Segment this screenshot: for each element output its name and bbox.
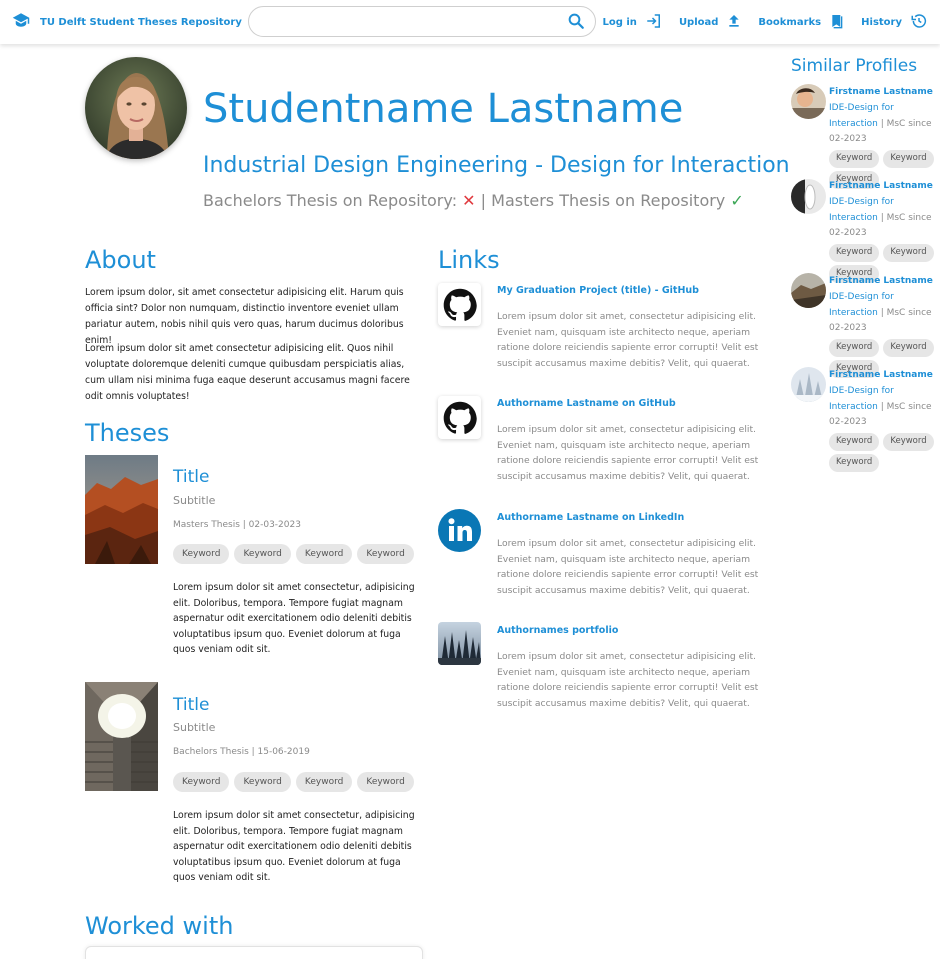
- keyword-chip[interactable]: Keyword: [234, 544, 291, 564]
- thesis-description: Lorem ipsum dolor sit amet consectetur, …: [173, 582, 415, 656]
- keyword-chip[interactable]: Keyword: [829, 453, 880, 472]
- search-icon[interactable]: [567, 12, 585, 34]
- keyword-chip[interactable]: Keyword: [357, 772, 414, 792]
- link-title[interactable]: Authornames portfolio: [497, 625, 618, 636]
- login-icon: [645, 12, 663, 33]
- similar-profile-avatar[interactable]: [791, 367, 826, 402]
- upload-label: Upload: [678, 17, 719, 28]
- similar-profile-avatar[interactable]: [791, 273, 826, 308]
- github-icon[interactable]: [438, 396, 481, 439]
- keyword-chip[interactable]: Keyword: [295, 544, 353, 564]
- worked-with-card[interactable]: [85, 946, 423, 959]
- bookmarks-label: Bookmarks: [758, 17, 822, 28]
- cross-icon: ✕: [462, 191, 476, 210]
- search-bar: [248, 6, 596, 37]
- link-title[interactable]: My Graduation Project (title) - GitHub: [497, 285, 699, 296]
- link-description: Lorem ipsum dolor sit amet, consectetur …: [497, 311, 759, 369]
- bookmarks-icon: [829, 12, 845, 33]
- about-paragraph: Lorem ipsum dolor sit amet consectetur a…: [85, 343, 410, 402]
- similar-profile-card: Firstname Lastname IDE-Design for Intera…: [829, 85, 937, 189]
- upload-button[interactable]: Upload: [679, 13, 742, 32]
- thesis-subtitle: Subtitle: [173, 721, 216, 734]
- login-label: Log in: [602, 17, 637, 28]
- about-paragraph: Lorem ipsum dolor, sit amet consectetur …: [85, 287, 404, 346]
- link-title[interactable]: Authorname Lastname on LinkedIn: [497, 512, 684, 523]
- profile-avatar: [85, 57, 187, 159]
- keyword-chip[interactable]: Keyword: [829, 433, 880, 451]
- similar-profile-avatar[interactable]: [791, 179, 826, 214]
- thesis-meta: Bachelors Thesis | 15-06-2019: [173, 747, 310, 757]
- search-input[interactable]: [263, 13, 563, 31]
- similar-profile-name[interactable]: Firstname Lastname: [829, 368, 937, 384]
- status-separator: |: [480, 191, 487, 210]
- keyword-chip[interactable]: Keyword: [883, 244, 934, 262]
- history-icon: [910, 12, 928, 33]
- thesis-description: Lorem ipsum dolor sit amet consectetur, …: [173, 810, 415, 884]
- header-nav: Log in Upload Bookmarks History: [603, 12, 929, 33]
- thesis-subtitle: Subtitle: [173, 494, 216, 507]
- thesis-title[interactable]: Title: [173, 467, 209, 487]
- brand-link[interactable]: TU Delft Student Theses Repository: [12, 12, 242, 32]
- link-description: Lorem ipsum dolor sit amet, consectetur …: [497, 424, 759, 482]
- keyword-chip[interactable]: Keyword: [357, 544, 414, 564]
- thesis-title[interactable]: Title: [173, 695, 209, 715]
- links-heading: Links: [438, 246, 500, 274]
- keyword-chip[interactable]: Keyword: [883, 339, 934, 357]
- keyword-chip[interactable]: Keyword: [234, 772, 291, 792]
- similar-profile-card: Firstname Lastname IDE-Design for Intera…: [829, 179, 937, 283]
- similar-profile-name[interactable]: Firstname Lastname: [829, 274, 937, 290]
- keyword-chip[interactable]: Keyword: [173, 544, 230, 564]
- link-title[interactable]: Authorname Lastname on GitHub: [497, 398, 676, 409]
- similar-profile-name[interactable]: Firstname Lastname: [829, 85, 937, 101]
- top-navigation-bar: TU Delft Student Theses Repository Log i…: [0, 0, 940, 44]
- login-button[interactable]: Log in: [603, 12, 663, 33]
- link-description: Lorem ipsum dolor sit amet, consectetur …: [497, 651, 759, 709]
- keyword-chip[interactable]: Keyword: [829, 339, 880, 357]
- keyword-chip[interactable]: Keyword: [829, 244, 880, 262]
- graduation-cap-icon: [12, 12, 30, 32]
- portfolio-thumbnail[interactable]: [438, 622, 481, 665]
- keyword-chip[interactable]: Keyword: [883, 150, 934, 168]
- similar-profiles-heading: Similar Profiles: [791, 56, 918, 76]
- github-icon[interactable]: [438, 283, 481, 326]
- about-heading: About: [85, 246, 156, 274]
- thesis-keywords: Keyword Keyword Keyword Keyword: [173, 772, 414, 792]
- keyword-chip[interactable]: Keyword: [295, 772, 353, 792]
- thesis-meta: Masters Thesis | 02-03-2023: [173, 520, 301, 530]
- similar-profile-avatar[interactable]: [791, 84, 826, 119]
- thesis-thumbnail[interactable]: [85, 455, 158, 564]
- profile-program: Industrial Design Engineering - Design f…: [203, 153, 790, 178]
- keyword-chip[interactable]: Keyword: [829, 150, 880, 168]
- history-label: History: [861, 17, 902, 28]
- link-description: Lorem ipsum dolor sit amet, consectetur …: [497, 538, 759, 596]
- theses-heading: Theses: [85, 419, 170, 447]
- similar-profile-card: Firstname Lastname IDE-Design for Intera…: [829, 274, 937, 378]
- keyword-chip[interactable]: Keyword: [173, 772, 230, 792]
- brand-title: TU Delft Student Theses Repository: [40, 16, 242, 28]
- similar-profile-keywords: Keyword Keyword Keyword: [829, 433, 937, 472]
- keyword-chip[interactable]: Keyword: [883, 433, 934, 451]
- bachelor-status-label: Bachelors Thesis on Repository:: [203, 191, 458, 210]
- bookmarks-button[interactable]: Bookmarks: [758, 12, 845, 33]
- profile-name: Studentname Lastname: [203, 86, 684, 132]
- repository-status: Bachelors Thesis on Repository: ✕ | Mast…: [203, 191, 744, 210]
- history-button[interactable]: History: [861, 12, 928, 33]
- similar-profile-name[interactable]: Firstname Lastname: [829, 179, 937, 195]
- thesis-keywords: Keyword Keyword Keyword Keyword: [173, 544, 414, 564]
- linkedin-icon[interactable]: [438, 509, 481, 552]
- thesis-thumbnail[interactable]: [85, 682, 158, 791]
- checkmark-icon: ✓: [730, 191, 744, 210]
- masters-status-label: Masters Thesis on Repository: [491, 191, 726, 210]
- similar-profile-card: Firstname Lastname IDE-Design for Intera…: [829, 368, 937, 472]
- upload-icon: [726, 13, 742, 32]
- worked-with-heading: Worked with: [85, 912, 234, 940]
